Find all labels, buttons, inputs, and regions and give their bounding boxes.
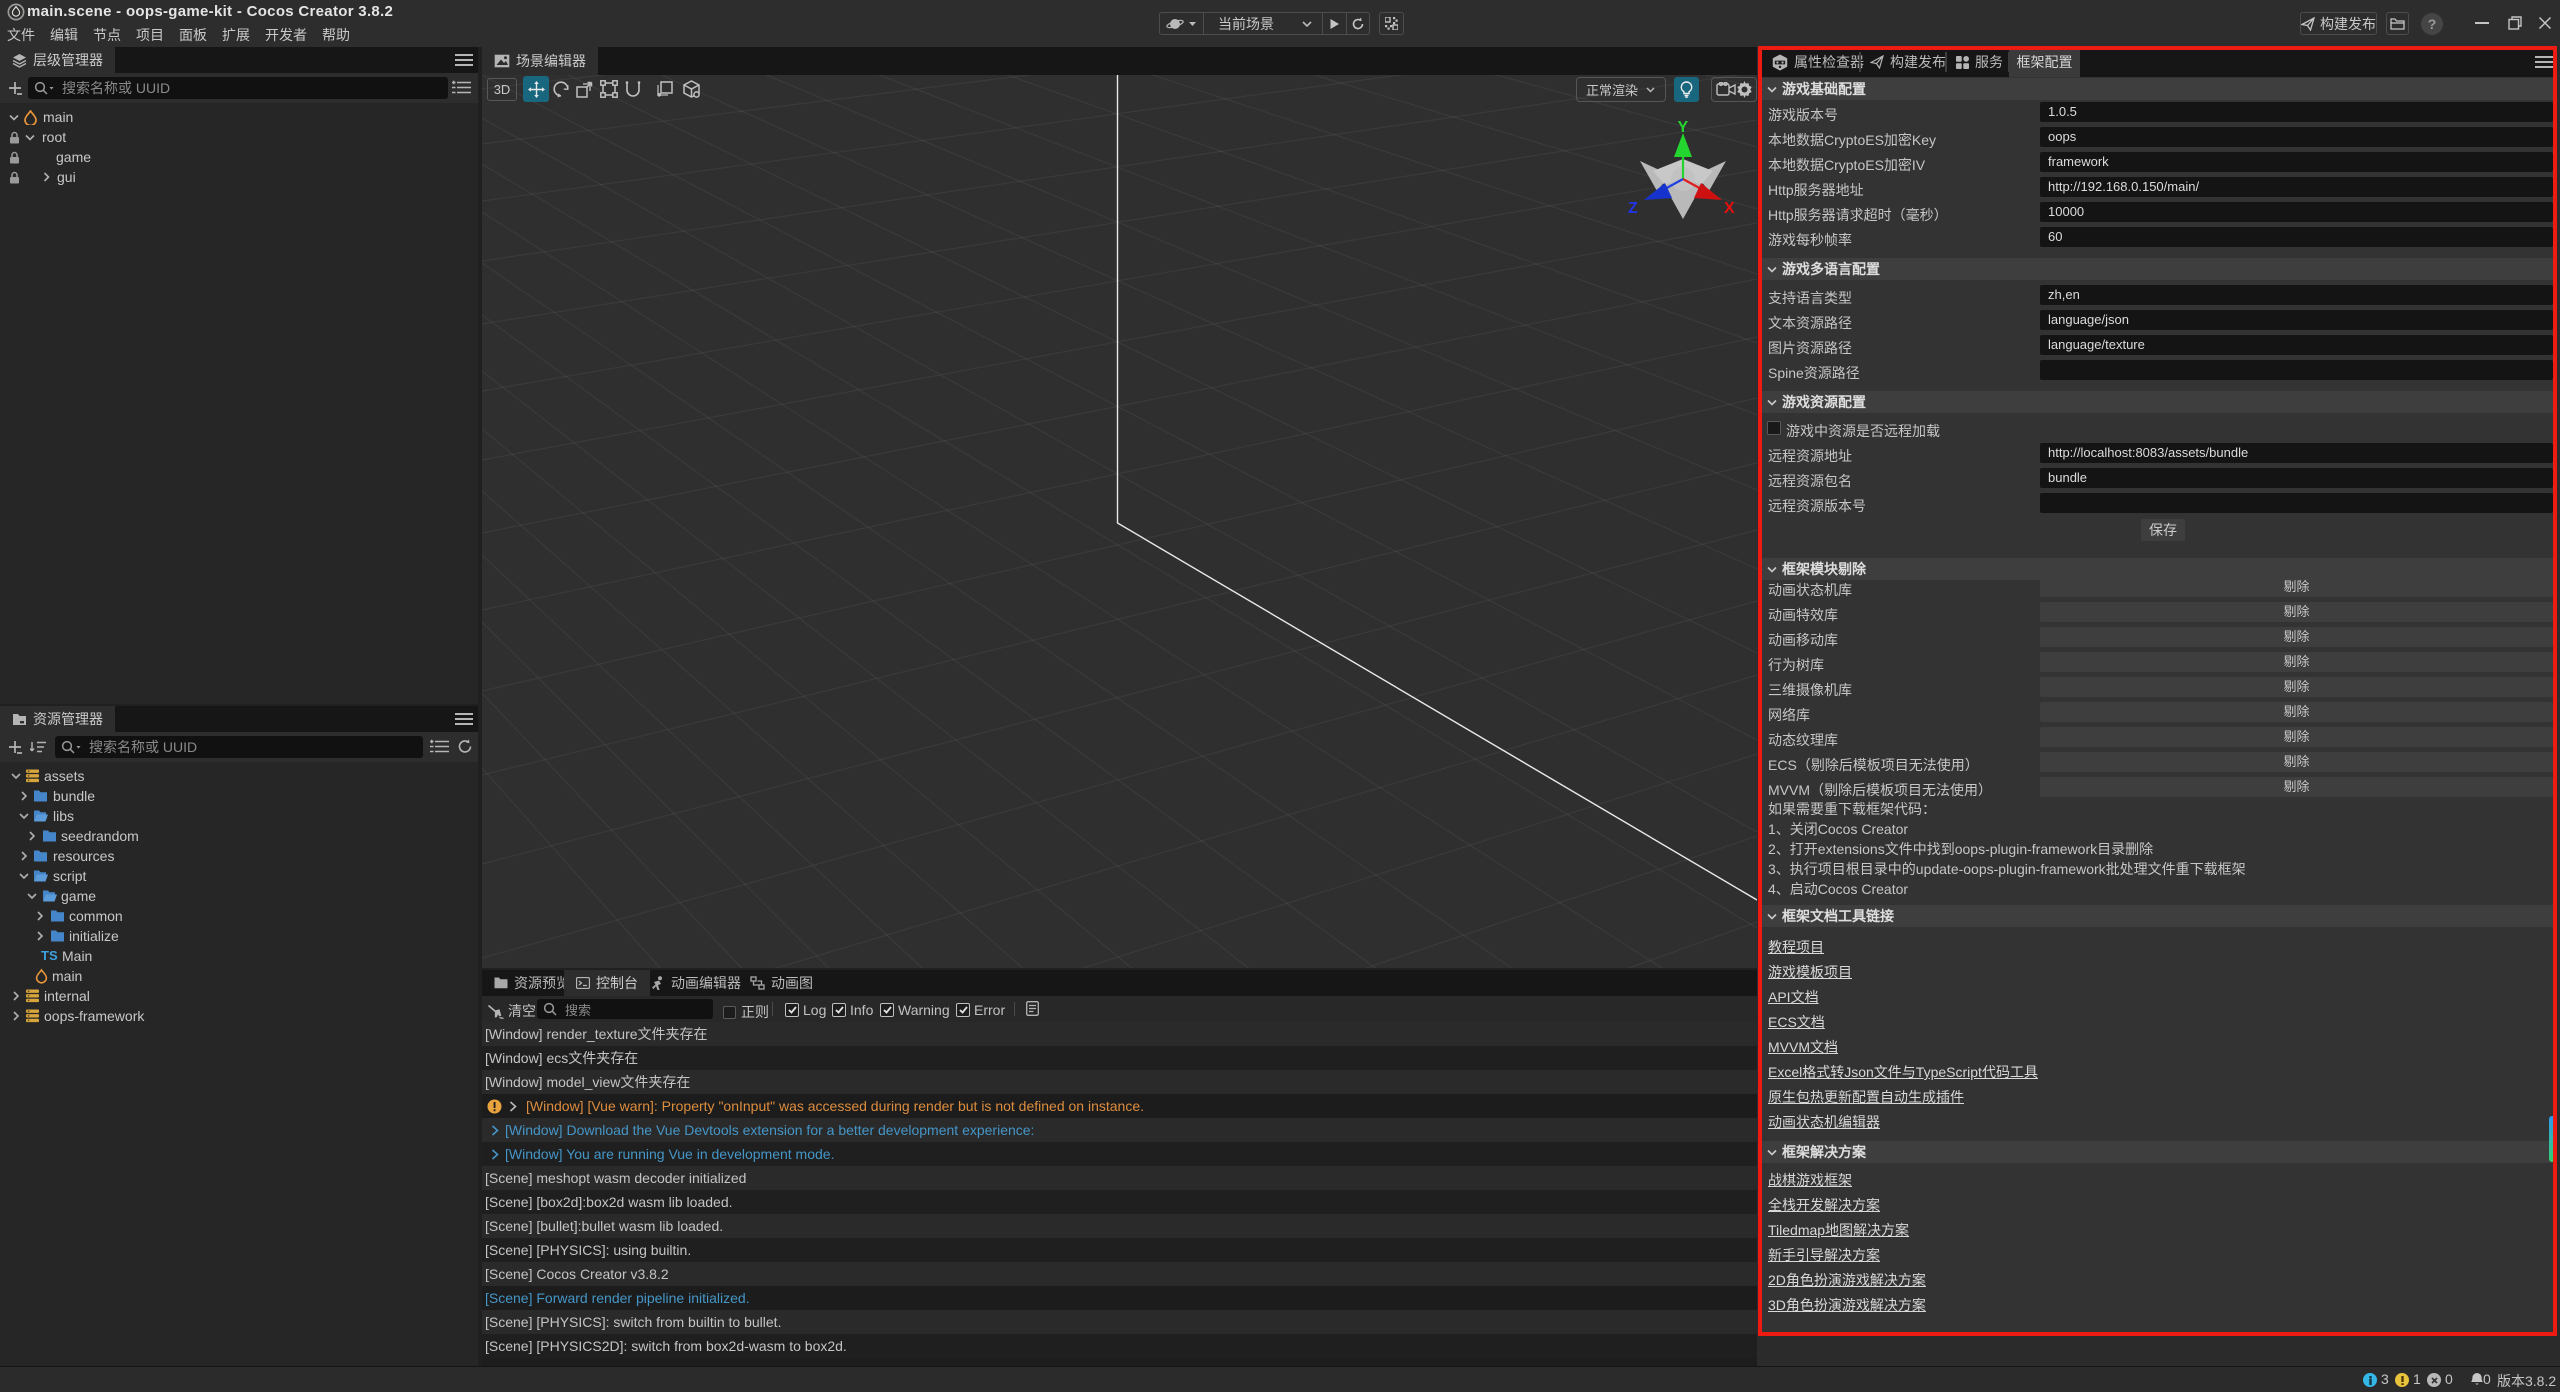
svg-text:Z: Z: [1628, 200, 1638, 217]
svg-text:X: X: [1724, 200, 1735, 217]
svg-text:Y: Y: [1678, 119, 1689, 136]
svg-text:TS: TS: [41, 948, 58, 963]
